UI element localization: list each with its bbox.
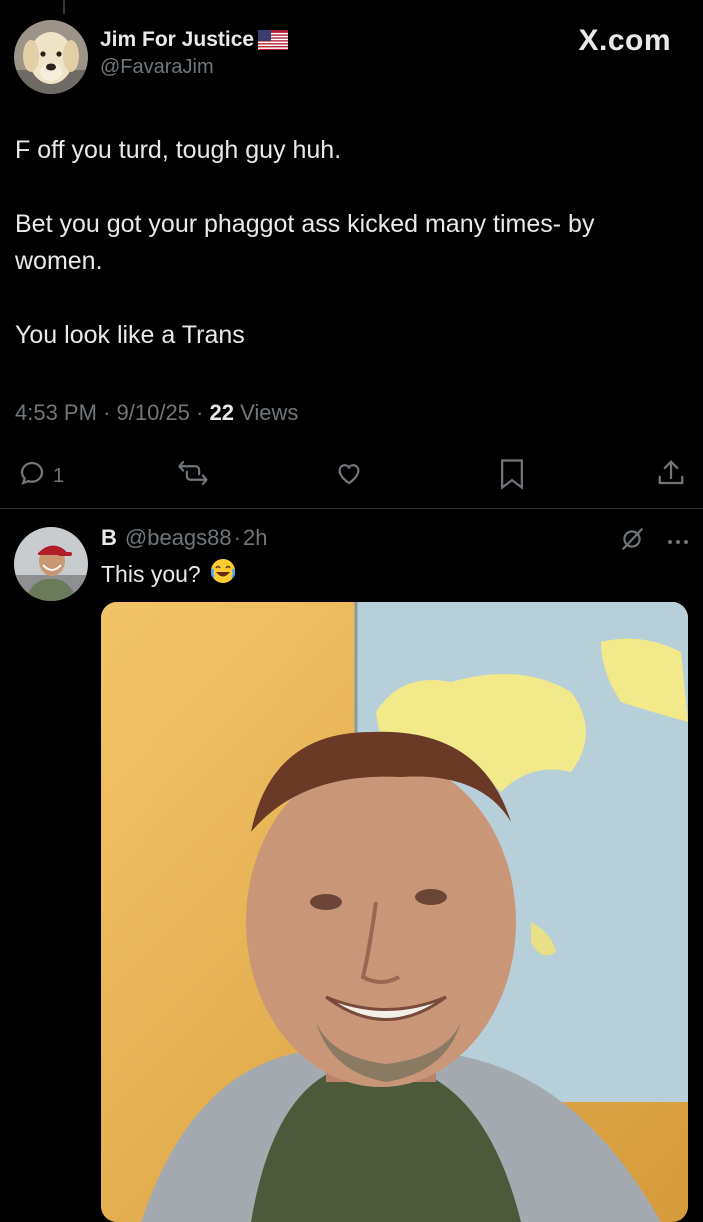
reply-header: B @beags88 · 2h	[101, 525, 267, 551]
reply-button[interactable]: 1	[17, 458, 64, 494]
reply-tools	[619, 526, 689, 557]
tweet-paragraph: F off you turd, tough guy huh.	[15, 136, 342, 164]
tweet-time[interactable]: 4:53 PM	[15, 400, 97, 425]
tweet-paragraph: You look like a Trans	[15, 321, 245, 349]
reply-separator: ·	[233, 525, 241, 550]
reply-message: This you?	[101, 560, 201, 587]
like-icon	[333, 458, 365, 494]
bookmark-icon	[498, 458, 526, 496]
reply-count: 1	[53, 464, 65, 487]
retweet-icon	[177, 458, 209, 494]
share-button[interactable]	[656, 458, 686, 494]
meta-separator: ·	[103, 400, 111, 425]
author-display-name[interactable]: Jim For Justice	[100, 28, 254, 52]
share-icon	[656, 458, 686, 494]
more-icon[interactable]	[667, 533, 689, 551]
views-label: Views	[240, 400, 299, 425]
retweet-button[interactable]	[177, 458, 209, 494]
laughing-emoji-icon	[209, 557, 237, 591]
reply-text: This you?	[101, 557, 237, 591]
author-handle[interactable]: @FavaraJim	[100, 56, 288, 79]
tweet-divider	[0, 508, 703, 509]
brand-watermark: X.com	[578, 24, 671, 57]
reply-photo[interactable]	[101, 602, 688, 1222]
tweet-meta: 4:53 PM · 9/10/25 · 22 Views	[15, 400, 298, 426]
meta-separator: ·	[196, 400, 204, 425]
tweet-paragraph: Bet you got your phaggot ass kicked many…	[15, 210, 595, 275]
grok-icon[interactable]	[619, 526, 645, 557]
reply-handle[interactable]: @beags88	[125, 525, 232, 551]
reply-time[interactable]: 2h	[243, 525, 267, 551]
thread-connector	[63, 0, 65, 14]
action-bar: 1	[0, 450, 703, 496]
tweet-date[interactable]: 9/10/25	[117, 400, 190, 425]
reply-icon	[17, 458, 47, 494]
reply-avatar[interactable]	[14, 527, 88, 601]
bookmark-button[interactable]	[498, 458, 526, 496]
author-avatar[interactable]	[14, 20, 88, 94]
us-flag-icon	[258, 30, 289, 50]
author-header: Jim For Justice @FavaraJim	[100, 28, 289, 79]
like-button[interactable]	[333, 458, 365, 494]
tweet-text: F off you turd, tough guy huh. Bet you g…	[15, 132, 685, 354]
views-count[interactable]: 22	[210, 400, 234, 425]
reply-display-name[interactable]: B	[101, 525, 117, 551]
